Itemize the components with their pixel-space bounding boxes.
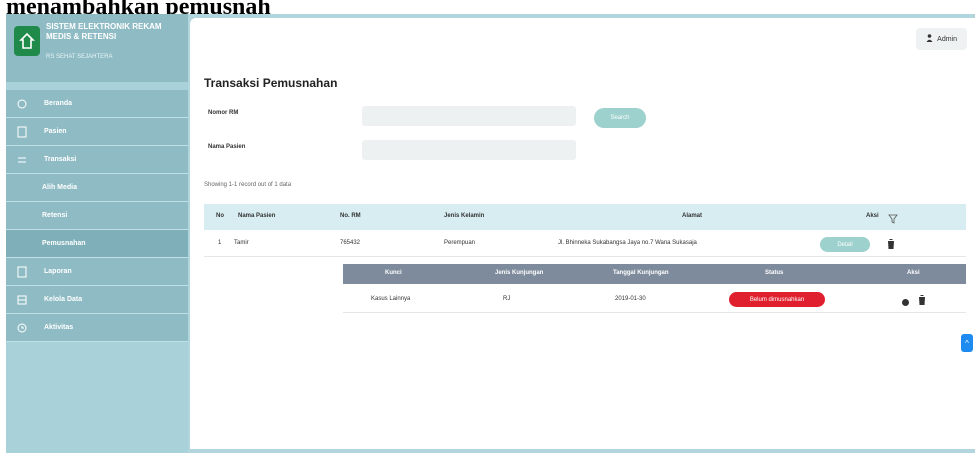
user-menu[interactable]: Admin — [916, 28, 967, 50]
visit-header-tanggal: Tanggal Kunjungan — [613, 270, 669, 276]
sidebar-item-label: Pasien — [44, 128, 67, 135]
sidebar-item-label: Beranda — [44, 100, 73, 107]
records-info: Showing 1-1 record out of 1 data — [204, 182, 292, 188]
trash-icon[interactable] — [917, 293, 927, 305]
brand-title: SISTEM ELEKTRONIK REKAM MEDIS & RETENSI — [46, 22, 162, 41]
sidebar-item-label: Aktivitas — [44, 324, 74, 331]
filter-icon[interactable] — [888, 211, 898, 229]
visit-header-kunci: Kunci — [385, 270, 402, 276]
app-window: SISTEM ELEKTRONIK REKAM MEDIS & RETENSI … — [6, 14, 975, 453]
user-name: Admin — [937, 35, 957, 43]
sidebar-item-kelola-data[interactable]: Kelola Data — [6, 286, 188, 314]
sidebar-item-transaksi[interactable]: Transaksi — [6, 146, 188, 174]
transfer-icon — [10, 153, 34, 167]
header-no: No — [216, 213, 224, 219]
trash-icon[interactable] — [886, 237, 896, 249]
sidebar-item-label: Kelola Data — [44, 296, 83, 303]
home-icon — [10, 97, 34, 111]
visit-header-status: Status — [765, 270, 784, 276]
visit-header-jenis: Jenis Kunjungan — [495, 270, 544, 276]
cell-name: Tamir — [234, 240, 249, 246]
sidebar: SISTEM ELEKTRONIK REKAM MEDIS & RETENSI … — [6, 14, 188, 453]
sidebar-item-retensi[interactable]: Retensi — [6, 202, 188, 230]
table-header: No Nama Pasien No. RM Jenis Kelamin Alam… — [204, 204, 966, 230]
rm-input[interactable] — [362, 106, 576, 126]
scroll-top-button[interactable]: ^ — [961, 334, 973, 352]
cell-gender: Perempuan — [444, 240, 476, 246]
brand-subtitle: RS SEHAT SEJAHTERA — [46, 54, 113, 60]
sidebar-item-aktivitas[interactable]: Aktivitas — [6, 314, 188, 342]
detail-button[interactable]: Detail — [820, 237, 870, 252]
main-content: Admin Transaksi Pemusnahan Nomor RM Sear… — [190, 18, 975, 449]
header-action: Aksi — [866, 213, 879, 219]
database-icon — [10, 293, 34, 307]
sidebar-item-pasien[interactable]: Pasien — [6, 118, 188, 146]
sidebar-item-label: Transaksi — [44, 156, 77, 163]
table-row[interactable]: 1 Tamir 765432 Perempuan Jl. Bhinneka Su… — [204, 231, 966, 257]
sidebar-item-label: Retensi — [42, 212, 68, 219]
cell-no: 1 — [218, 240, 222, 246]
sidebar-item-beranda[interactable]: Beranda — [6, 90, 188, 118]
header-address: Alamat — [682, 213, 703, 219]
visit-header-aksi: Aksi — [907, 270, 920, 276]
sidebar-item-label: Laporan — [44, 268, 72, 275]
cell-address: Jl. Bhinneka Sukabangsa Jaya no.7 Wana S… — [558, 240, 697, 246]
rm-label: Nomor RM — [208, 110, 239, 116]
visit-tanggal: 2019-01-30 — [615, 296, 646, 302]
sidebar-item-label: Pemusnahan — [42, 240, 86, 247]
page-title: Transaksi Pemusnahan — [204, 76, 338, 90]
top-bar: Admin — [190, 18, 975, 58]
brand-header: SISTEM ELEKTRONIK REKAM MEDIS & RETENSI … — [6, 14, 188, 82]
clock-icon — [10, 321, 34, 335]
patient-name-input[interactable] — [362, 140, 576, 160]
logo-icon — [14, 26, 40, 56]
search-button[interactable]: Search — [594, 108, 646, 128]
user-icon — [926, 34, 933, 44]
sidebar-item-alih-media[interactable]: Alih Media — [6, 174, 188, 202]
name-label: Nama Pasien — [208, 144, 246, 150]
report-icon — [10, 265, 34, 279]
header-name: Nama Pasien — [238, 213, 276, 219]
sidebar-item-pemusnahan[interactable]: Pemusnahan — [6, 230, 188, 258]
header-gender: Jenis Kelamin — [444, 213, 485, 219]
visit-table-header: Kunci Jenis Kunjungan Tanggal Kunjungan … — [343, 264, 966, 284]
file-icon — [10, 125, 34, 139]
cell-rm: 765432 — [340, 240, 361, 246]
header-rm: No. RM — [340, 213, 361, 219]
status-badge: Belum dimusnahkan — [729, 292, 825, 307]
visit-row[interactable]: Kasus Lainnya RJ 2019-01-30 Belum dimusn… — [343, 285, 966, 313]
visit-jenis: RJ — [503, 296, 511, 302]
sidebar-nav: Beranda Pasien Transaksi Alih Media Rete… — [6, 90, 188, 342]
visit-kunci: Kasus Lainnya — [371, 296, 411, 302]
sidebar-item-laporan[interactable]: Laporan — [6, 258, 188, 286]
view-icon[interactable] — [901, 294, 910, 312]
sidebar-item-label: Alih Media — [42, 184, 78, 191]
